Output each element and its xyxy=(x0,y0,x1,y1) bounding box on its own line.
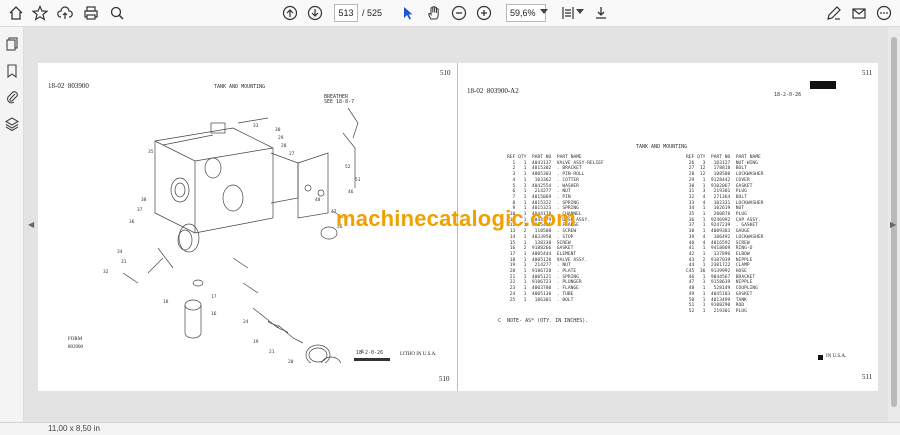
svg-text:46: 46 xyxy=(348,189,354,195)
left-revision-bar xyxy=(354,358,390,361)
page-up-icon[interactable] xyxy=(280,3,300,23)
bookmark-icon[interactable] xyxy=(4,63,20,79)
form-label: FORM xyxy=(68,337,83,342)
svg-text:24: 24 xyxy=(243,319,249,325)
right-page-number: 511 xyxy=(862,69,873,77)
print-icon[interactable] xyxy=(81,3,101,23)
status-bar: 11,00 x 8,50 in xyxy=(0,422,900,435)
svg-text:27: 27 xyxy=(289,151,295,157)
fit-dropdown-chevron-icon[interactable] xyxy=(576,9,584,14)
svg-text:30: 30 xyxy=(275,127,281,133)
form-number: 803900 xyxy=(68,345,83,350)
layers-icon[interactable] xyxy=(4,116,20,132)
left-revision: 18-2-0-26 xyxy=(356,350,384,356)
cloud-upload-icon[interactable] xyxy=(55,3,75,23)
svg-text:18: 18 xyxy=(163,299,169,305)
fit-page-icon[interactable] xyxy=(558,3,578,23)
svg-text:29: 29 xyxy=(278,135,284,141)
zoom-magnifier-icon[interactable] xyxy=(107,3,127,23)
sign-pen-icon[interactable] xyxy=(824,3,844,23)
table-row: 49 1 4045103 GASKET xyxy=(686,291,753,297)
scroll-left-arrow-icon[interactable]: ◀ xyxy=(28,220,34,229)
svg-text:52: 52 xyxy=(345,164,351,170)
left-page-number: 510 xyxy=(440,69,451,77)
left-sidebar xyxy=(0,27,24,422)
svg-text:31: 31 xyxy=(121,259,127,265)
right-footer-page: 511 xyxy=(862,373,873,381)
left-page-header: 18-02 803900 xyxy=(48,82,89,90)
svg-text:51: 51 xyxy=(355,177,361,183)
hand-icon[interactable] xyxy=(424,3,444,23)
watermark-text: machinecatalogic.com xyxy=(336,206,576,231)
pdf-toolbar: 513 / 525 59,6% xyxy=(0,0,900,27)
table-header: REF QTY PART NO PART NAME xyxy=(686,155,761,160)
svg-text:20: 20 xyxy=(288,359,294,363)
svg-text:28: 28 xyxy=(281,143,287,149)
vertical-scrollbar[interactable]: ▶ xyxy=(888,27,900,422)
redaction-block-top xyxy=(810,81,836,89)
bookmark-star-icon[interactable] xyxy=(30,3,50,23)
svg-text:16: 16 xyxy=(211,311,217,317)
table-row: 52 1 219301 PLUG xyxy=(686,308,747,314)
page-down-icon[interactable] xyxy=(305,3,325,23)
page-size-text: 11,00 x 8,50 in xyxy=(48,424,100,433)
svg-text:37: 37 xyxy=(137,207,143,213)
current-page-input[interactable]: 513 xyxy=(334,4,358,22)
right-litho: IN U.S.A. xyxy=(826,354,847,359)
left-footer-page: 510 xyxy=(439,375,450,383)
svg-text:48: 48 xyxy=(315,197,321,203)
svg-text:33: 33 xyxy=(253,123,259,129)
more-icon[interactable] xyxy=(874,3,894,23)
left-page-title: TANK AND MOUNTING xyxy=(214,84,266,90)
table-footnote: C NOTE- AS* (OTY. IN INCHES). xyxy=(498,318,589,324)
svg-text:35: 35 xyxy=(148,149,154,155)
attachment-icon[interactable] xyxy=(4,89,20,105)
table-row: 25 1 186301 . BOLT xyxy=(507,297,574,303)
right-page-header: 18-02 803900-A2 xyxy=(467,87,519,95)
right-page-title: TANK AND MOUNTING xyxy=(636,144,688,150)
svg-text:19: 19 xyxy=(253,339,259,345)
scroll-right-arrow-icon[interactable]: ▶ xyxy=(890,220,896,229)
table-row: 28 12 108580 LOCKWASHER xyxy=(686,172,764,178)
save-icon[interactable] xyxy=(591,3,611,23)
page-thumbnails-icon[interactable] xyxy=(4,36,20,52)
svg-text:38: 38 xyxy=(141,197,147,203)
svg-text:32: 32 xyxy=(103,269,109,275)
parts-table-right: REF QTY PART NO PART NAME 26 3 103127 NU… xyxy=(686,155,763,315)
svg-text:36: 36 xyxy=(129,219,135,225)
redaction-block-bottom xyxy=(818,355,823,360)
svg-text:21: 21 xyxy=(269,349,275,355)
page-total: / 525 xyxy=(362,8,383,18)
home-icon[interactable] xyxy=(6,3,26,23)
zoom-out-icon[interactable] xyxy=(449,3,469,23)
svg-text:17: 17 xyxy=(211,294,217,300)
zoom-dropdown-chevron-icon[interactable] xyxy=(540,9,548,14)
svg-text:34: 34 xyxy=(117,249,123,255)
select-arrow-icon[interactable] xyxy=(398,3,418,23)
left-litho: LITHO IN U.S.A. xyxy=(400,352,437,357)
right-revision: 18-2-0-26 xyxy=(774,92,802,98)
mail-icon[interactable] xyxy=(849,3,869,23)
table-row: 39 4 106492 LOCKWASHER xyxy=(686,234,764,240)
zoom-in-icon[interactable] xyxy=(474,3,494,23)
